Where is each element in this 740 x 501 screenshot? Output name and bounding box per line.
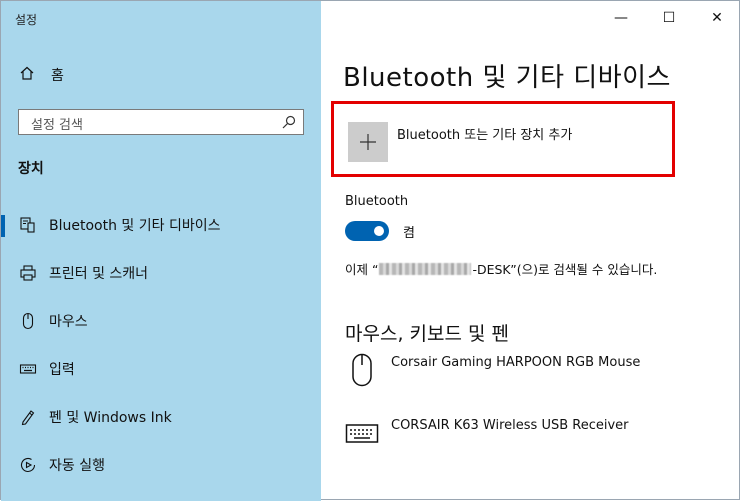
sidebar-item-label: 자동 실행	[49, 458, 105, 474]
bluetooth-device-icon	[19, 216, 37, 234]
bluetooth-toggle[interactable]	[345, 221, 389, 241]
device-name: Corsair Gaming HARPOON RGB Mouse	[391, 354, 641, 370]
sidebar-item-mouse[interactable]: 마우스	[1, 297, 321, 345]
discoverable-text: 이제 “ -DESK”(으)로 검색될 수 있습니다.	[345, 259, 657, 278]
maximize-button[interactable]: ☐	[645, 1, 693, 35]
autoplay-icon	[19, 456, 37, 474]
home-nav-item[interactable]: 홈	[19, 65, 64, 85]
section-label-devices: 장치	[18, 161, 44, 177]
sidebar-item-label: 입력	[49, 362, 75, 378]
device-name: CORSAIR K63 Wireless USB Receiver	[391, 417, 629, 433]
discover-suffix: -DESK”(으)로 검색될 수 있습니다.	[472, 262, 658, 277]
search-placeholder: 설정 검색	[31, 118, 83, 133]
sidebar-item-autoplay[interactable]: 자동 실행	[1, 441, 321, 489]
printer-icon	[19, 264, 37, 282]
minimize-button[interactable]: —	[597, 1, 645, 35]
sidebar-item-label: 마우스	[49, 314, 88, 330]
keyboard-icon	[19, 360, 37, 378]
sidebar-item-printers[interactable]: 프린터 및 스캐너	[1, 249, 321, 297]
search-icon[interactable]	[281, 114, 297, 130]
sidebar-nav: Bluetooth 및 기타 디바이스 프린터 및 스캐너 마우스 입력 펜 및…	[1, 201, 321, 489]
add-device-button[interactable]: Bluetooth 또는 기타 장치 추가	[331, 101, 675, 177]
device-item-mouse[interactable]: Corsair Gaming HARPOON RGB Mouse	[345, 353, 640, 387]
section-title-input-devices: 마우스, 키보드 및 펜	[345, 323, 509, 345]
page-title: Bluetooth 및 기타 디바이스	[343, 63, 671, 93]
sidebar-item-label: Bluetooth 및 기타 디바이스	[49, 218, 221, 234]
mouse-icon	[345, 353, 379, 387]
app-title: 설정	[15, 13, 38, 27]
bluetooth-label: Bluetooth	[345, 194, 409, 209]
toggle-state-label: 켬	[403, 226, 415, 241]
home-icon	[19, 65, 35, 85]
main-content: — ☐ ✕ Bluetooth 및 기타 디바이스 Bluetooth 또는 기…	[321, 1, 740, 501]
window-controls: — ☐ ✕	[597, 1, 740, 35]
sidebar-item-pen[interactable]: 펜 및 Windows Ink	[1, 393, 321, 441]
mouse-icon	[19, 312, 37, 330]
blurred-device-name	[379, 262, 472, 275]
sidebar: 설정 홈 설정 검색 장치 Bluetooth 및 기타 디바이스 프린터 및 …	[1, 1, 321, 501]
keyboard-icon	[345, 416, 379, 450]
sidebar-item-label: 펜 및 Windows Ink	[49, 410, 172, 426]
home-label: 홈	[51, 68, 64, 84]
sidebar-item-bluetooth[interactable]: Bluetooth 및 기타 디바이스	[1, 201, 321, 249]
pen-icon	[19, 408, 37, 426]
toggle-knob	[374, 226, 384, 236]
add-device-label: Bluetooth 또는 기타 장치 추가	[397, 128, 573, 143]
close-button[interactable]: ✕	[693, 1, 740, 35]
settings-window: 설정 홈 설정 검색 장치 Bluetooth 및 기타 디바이스 프린터 및 …	[0, 0, 740, 501]
discover-prefix: 이제 “	[345, 262, 379, 277]
search-input[interactable]: 설정 검색	[18, 109, 304, 135]
sidebar-item-label: 프린터 및 스캐너	[49, 266, 149, 282]
plus-icon	[348, 122, 388, 162]
sidebar-item-input[interactable]: 입력	[1, 345, 321, 393]
device-item-keyboard[interactable]: CORSAIR K63 Wireless USB Receiver	[345, 416, 629, 450]
